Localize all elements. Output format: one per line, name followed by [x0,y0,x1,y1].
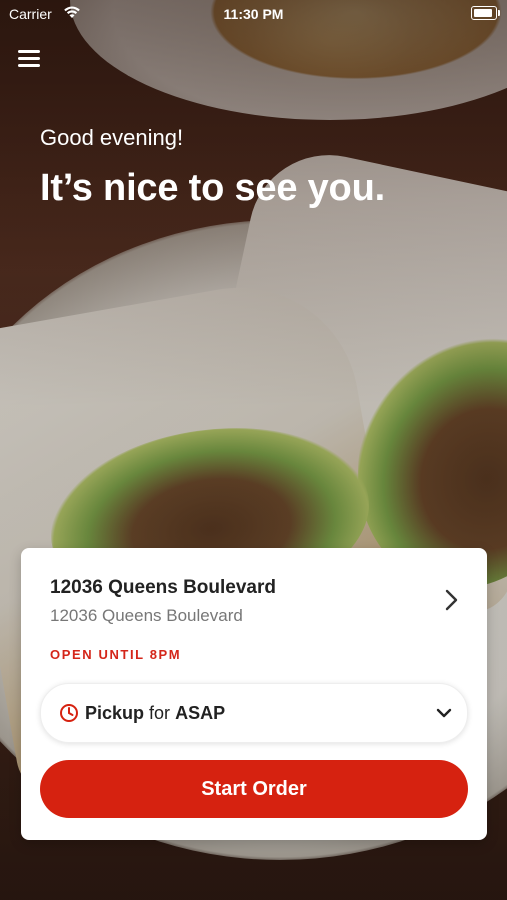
chevron-right-icon[interactable] [439,588,463,612]
start-order-button[interactable]: Start Order [40,760,468,818]
hamburger-menu-icon[interactable] [18,48,42,68]
location-address: 12036 Queens Boulevard [50,606,243,625]
clock-time: 11:30 PM [223,6,284,22]
order-mode-connector: for [149,703,171,723]
headline-text: It’s nice to see you. [40,167,385,209]
location-name[interactable]: 12036 Queens Boulevard [50,577,276,599]
order-mode-type: Pickup [85,703,145,723]
hours-label: OPEN UNTIL 8PM [50,647,182,662]
clock-icon [60,704,78,722]
battery-icon [471,6,500,20]
greeting-text: Good evening! [40,125,184,150]
order-mode-text: Pickup for ASAP [85,703,225,724]
location-card: 12036 Queens Boulevard 12036 Queens Boul… [21,548,487,840]
chevron-down-icon [436,708,452,718]
order-mode-selector[interactable]: Pickup for ASAP [40,683,468,743]
order-mode-time: ASAP [175,703,226,723]
status-bar: Carrier 11:30 PM [0,0,507,28]
